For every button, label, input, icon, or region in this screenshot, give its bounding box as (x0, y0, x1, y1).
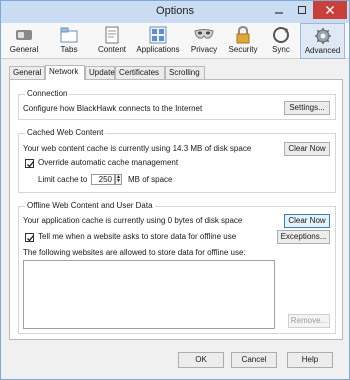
exceptions-button[interactable]: Exceptions... (277, 230, 330, 244)
tab-update[interactable]: Update (85, 66, 115, 79)
offline-group-title: Offline Web Content and User Data (25, 201, 155, 210)
toolbar-item-content[interactable]: Content (93, 23, 131, 59)
connection-group: Connection Configure how BlackHawk conne… (18, 89, 336, 120)
cancel-button[interactable]: Cancel (231, 352, 277, 368)
help-button[interactable]: Help (287, 352, 333, 368)
connection-description: Configure how BlackHawk connects to the … (23, 104, 203, 113)
toolbar-item-label: Applications (136, 45, 180, 54)
offline-clear-now-button[interactable]: Clear Now (284, 214, 330, 228)
toolbar-item-label: Tabs (60, 45, 78, 54)
tab-certificates[interactable]: Certificates (115, 66, 165, 79)
connection-group-title: Connection (25, 89, 70, 98)
tabs-icon (60, 27, 78, 43)
toolbar-item-tabs[interactable]: Tabs (53, 23, 85, 59)
cache-group: Cached Web Content Your web content cach… (18, 128, 336, 193)
options-window: Options General Tabs Content Application… (0, 0, 350, 380)
tab-general[interactable]: General (9, 66, 45, 79)
category-toolbar: General Tabs Content Applications Privac… (1, 23, 349, 59)
cache-clear-now-button[interactable]: Clear Now (284, 142, 330, 156)
toolbar-item-security[interactable]: Security (225, 23, 261, 59)
toolbar-item-sync[interactable]: Sync (267, 23, 295, 59)
close-icon (326, 6, 334, 14)
toolbar-item-label: Content (97, 45, 127, 54)
toolbar-item-general[interactable]: General (5, 23, 43, 59)
cache-size-spinner[interactable]: ▲ ▼ (115, 174, 122, 185)
toolbar-item-advanced[interactable]: Advanced (300, 23, 345, 59)
limit-cache-label: Limit cache to (38, 175, 88, 184)
toolbar-item-privacy[interactable]: Privacy (187, 23, 221, 59)
network-panel: Connection Configure how BlackHawk conne… (9, 79, 343, 340)
toolbar-item-label: General (9, 45, 39, 54)
toolbar-item-label: Advanced (304, 46, 341, 55)
content-page-icon (105, 26, 119, 44)
minimize-button[interactable] (268, 1, 290, 19)
cache-size-unit: MB of space (128, 175, 173, 184)
offline-group: Offline Web Content and User Data Your a… (18, 201, 336, 334)
offline-usage-text: Your application cache is currently usin… (23, 216, 243, 225)
title-bar[interactable]: Options (1, 1, 349, 23)
spin-down-icon[interactable]: ▼ (116, 179, 121, 184)
override-cache-label: Override automatic cache management (38, 158, 179, 167)
cache-usage-text: Your web content cache is currently usin… (23, 144, 252, 153)
cache-size-input[interactable]: 250 (91, 174, 115, 185)
toolbar-item-label: Privacy (190, 45, 218, 54)
ok-button[interactable]: OK (178, 352, 224, 368)
padlock-icon (236, 26, 250, 44)
connection-settings-button[interactable]: Settings... (284, 101, 330, 115)
tab-network[interactable]: Network (45, 65, 85, 80)
maximize-icon (298, 6, 306, 14)
switch-icon (16, 30, 32, 40)
toolbar-item-label: Sync (272, 45, 290, 54)
applications-icon (149, 26, 167, 44)
close-button[interactable] (313, 1, 347, 19)
cache-group-title: Cached Web Content (25, 128, 106, 137)
minimize-icon (275, 12, 283, 14)
remove-button[interactable]: Remove... (288, 314, 330, 328)
maximize-button[interactable] (291, 1, 313, 19)
toolbar-item-label: Security (228, 45, 258, 54)
tab-scrolling[interactable]: Scrolling (165, 66, 205, 79)
tell-offline-label: Tell me when a website asks to store dat… (38, 232, 237, 241)
sync-icon (273, 27, 289, 43)
offline-sites-list[interactable] (23, 260, 275, 329)
tell-offline-checkbox[interactable] (25, 233, 35, 242)
gear-icon (314, 28, 331, 44)
toolbar-item-applications[interactable]: Applications (134, 23, 182, 59)
mask-icon (194, 29, 214, 39)
checkmark-icon (27, 161, 35, 168)
override-cache-checkbox[interactable] (25, 159, 35, 168)
checkmark-icon (27, 235, 35, 242)
offline-sites-label: The following websites are allowed to st… (23, 248, 246, 257)
